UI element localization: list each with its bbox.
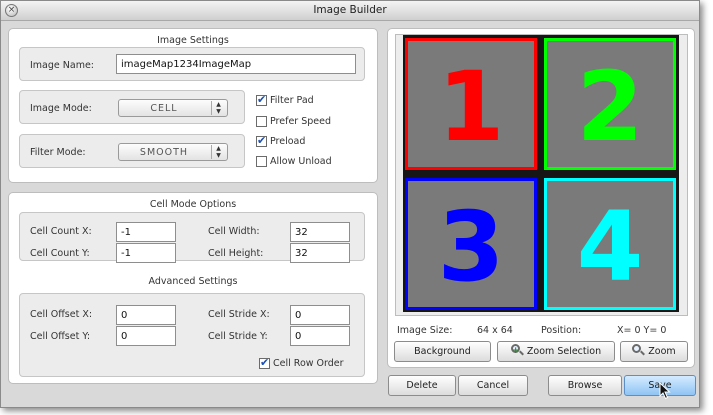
advanced-settings-title: Advanced Settings <box>148 276 238 287</box>
cell-offset-x-label: Cell Offset X: <box>30 309 93 320</box>
background-button[interactable]: Background <box>394 341 491 362</box>
allow-unload-checkbox[interactable] <box>256 156 267 167</box>
advanced-group: Cell Offset X: 0 Cell Stride X: 0 Cell O… <box>19 293 365 377</box>
image-preview-canvas[interactable]: 1 2 3 4 <box>403 35 679 312</box>
image-builder-window: × Image Builder Image Settings Image Nam… <box>0 0 700 408</box>
zoom-selection-label: Zoom Selection <box>526 346 602 357</box>
prefer-speed-checkbox[interactable] <box>256 116 267 127</box>
image-name-input[interactable]: imageMap1234ImageMap <box>116 54 356 74</box>
tile-1[interactable]: 1 <box>405 38 537 170</box>
image-mode-value: CELL <box>150 103 178 114</box>
zoom-in-icon: + <box>510 344 524 356</box>
cell-stride-y-input[interactable]: 0 <box>290 326 350 346</box>
delete-label: Delete <box>406 380 438 391</box>
filter-mode-dropdown[interactable]: SMOOTH ▲ ▼ <box>118 143 228 161</box>
tile-2[interactable]: 2 <box>544 38 676 170</box>
position-value: X= 0 Y= 0 <box>617 325 667 336</box>
mouse-cursor-icon <box>659 382 671 400</box>
tile-4[interactable]: 4 <box>544 178 676 310</box>
filter-mode-group: Filter Mode: SMOOTH ▲ ▼ <box>19 134 245 168</box>
position-label: Position: <box>541 325 582 336</box>
image-name-label: Image Name: <box>30 60 94 71</box>
cell-width-label: Cell Width: <box>208 226 260 237</box>
cell-stride-x-label: Cell Stride X: <box>208 309 270 320</box>
cancel-button[interactable]: Cancel <box>458 375 528 396</box>
filter-mode-value: SMOOTH <box>139 147 189 158</box>
image-settings-panel: Image Settings Image Name: imageMap1234I… <box>8 28 378 183</box>
allow-unload-label: Allow Unload <box>270 156 332 167</box>
cell-row-order-checkbox[interactable]: ✔ <box>259 356 270 369</box>
image-mode-dropdown[interactable]: CELL ▲ ▼ <box>118 99 228 117</box>
preload-checkbox[interactable]: ✔ <box>256 134 267 147</box>
cell-mode-options-title: Cell Mode Options <box>149 199 237 210</box>
image-mode-label: Image Mode: <box>30 103 92 114</box>
cell-width-input[interactable]: 32 <box>290 222 350 242</box>
cell-offset-x-input[interactable]: 0 <box>116 305 176 325</box>
window-title: Image Builder <box>313 4 387 16</box>
cell-row-order-label: Cell Row Order <box>273 358 344 369</box>
prefer-speed-label: Prefer Speed <box>270 116 331 127</box>
image-size-label: Image Size: <box>397 325 453 336</box>
cell-offset-y-label: Cell Offset Y: <box>30 331 91 342</box>
image-settings-title: Image Settings <box>157 35 229 46</box>
cell-count-y-label: Cell Count Y: <box>30 248 90 259</box>
check-mark-icon: ✔ <box>260 356 270 369</box>
filter-pad-label: Filter Pad <box>270 95 314 106</box>
zoom-selection-button[interactable]: + Zoom Selection <box>497 341 615 362</box>
cancel-label: Cancel <box>476 380 510 391</box>
browse-button[interactable]: Browse <box>548 375 622 396</box>
magnifier-icon <box>632 344 646 356</box>
cell-mode-group: Cell Count X: -1 Cell Width: 32 Cell Cou… <box>19 212 365 263</box>
zoom-label: Zoom <box>648 346 676 357</box>
title-bar: × Image Builder <box>1 1 699 21</box>
cell-count-x-input[interactable]: -1 <box>116 222 176 242</box>
background-button-label: Background <box>414 346 471 357</box>
cell-count-y-input[interactable]: -1 <box>116 243 176 263</box>
cell-stride-x-input[interactable]: 0 <box>290 305 350 325</box>
cell-stride-y-label: Cell Stride Y: <box>208 331 268 342</box>
check-mark-icon: ✔ <box>257 93 267 106</box>
delete-button[interactable]: Delete <box>388 375 456 396</box>
cell-count-x-label: Cell Count X: <box>30 226 92 237</box>
up-down-arrows-icon: ▲ ▼ <box>211 101 225 115</box>
cell-height-label: Cell Height: <box>208 248 264 259</box>
image-mode-group: Image Mode: CELL ▲ ▼ <box>19 90 245 124</box>
up-down-arrows-icon: ▲ ▼ <box>211 145 225 159</box>
preload-label: Preload <box>270 136 306 147</box>
cell-offset-y-input[interactable]: 0 <box>116 326 176 346</box>
zoom-button[interactable]: Zoom <box>620 341 688 362</box>
filter-pad-checkbox[interactable]: ✔ <box>256 93 267 106</box>
cell-mode-panel: Cell Mode Options Cell Count X: -1 Cell … <box>8 192 378 384</box>
browse-label: Browse <box>567 380 603 391</box>
cell-height-input[interactable]: 32 <box>290 243 350 263</box>
check-mark-icon: ✔ <box>257 134 267 147</box>
filter-mode-label: Filter Mode: <box>30 147 86 158</box>
image-size-value: 64 x 64 <box>477 325 513 336</box>
image-name-group: Image Name: imageMap1234ImageMap <box>19 47 365 81</box>
tile-3[interactable]: 3 <box>405 178 537 310</box>
